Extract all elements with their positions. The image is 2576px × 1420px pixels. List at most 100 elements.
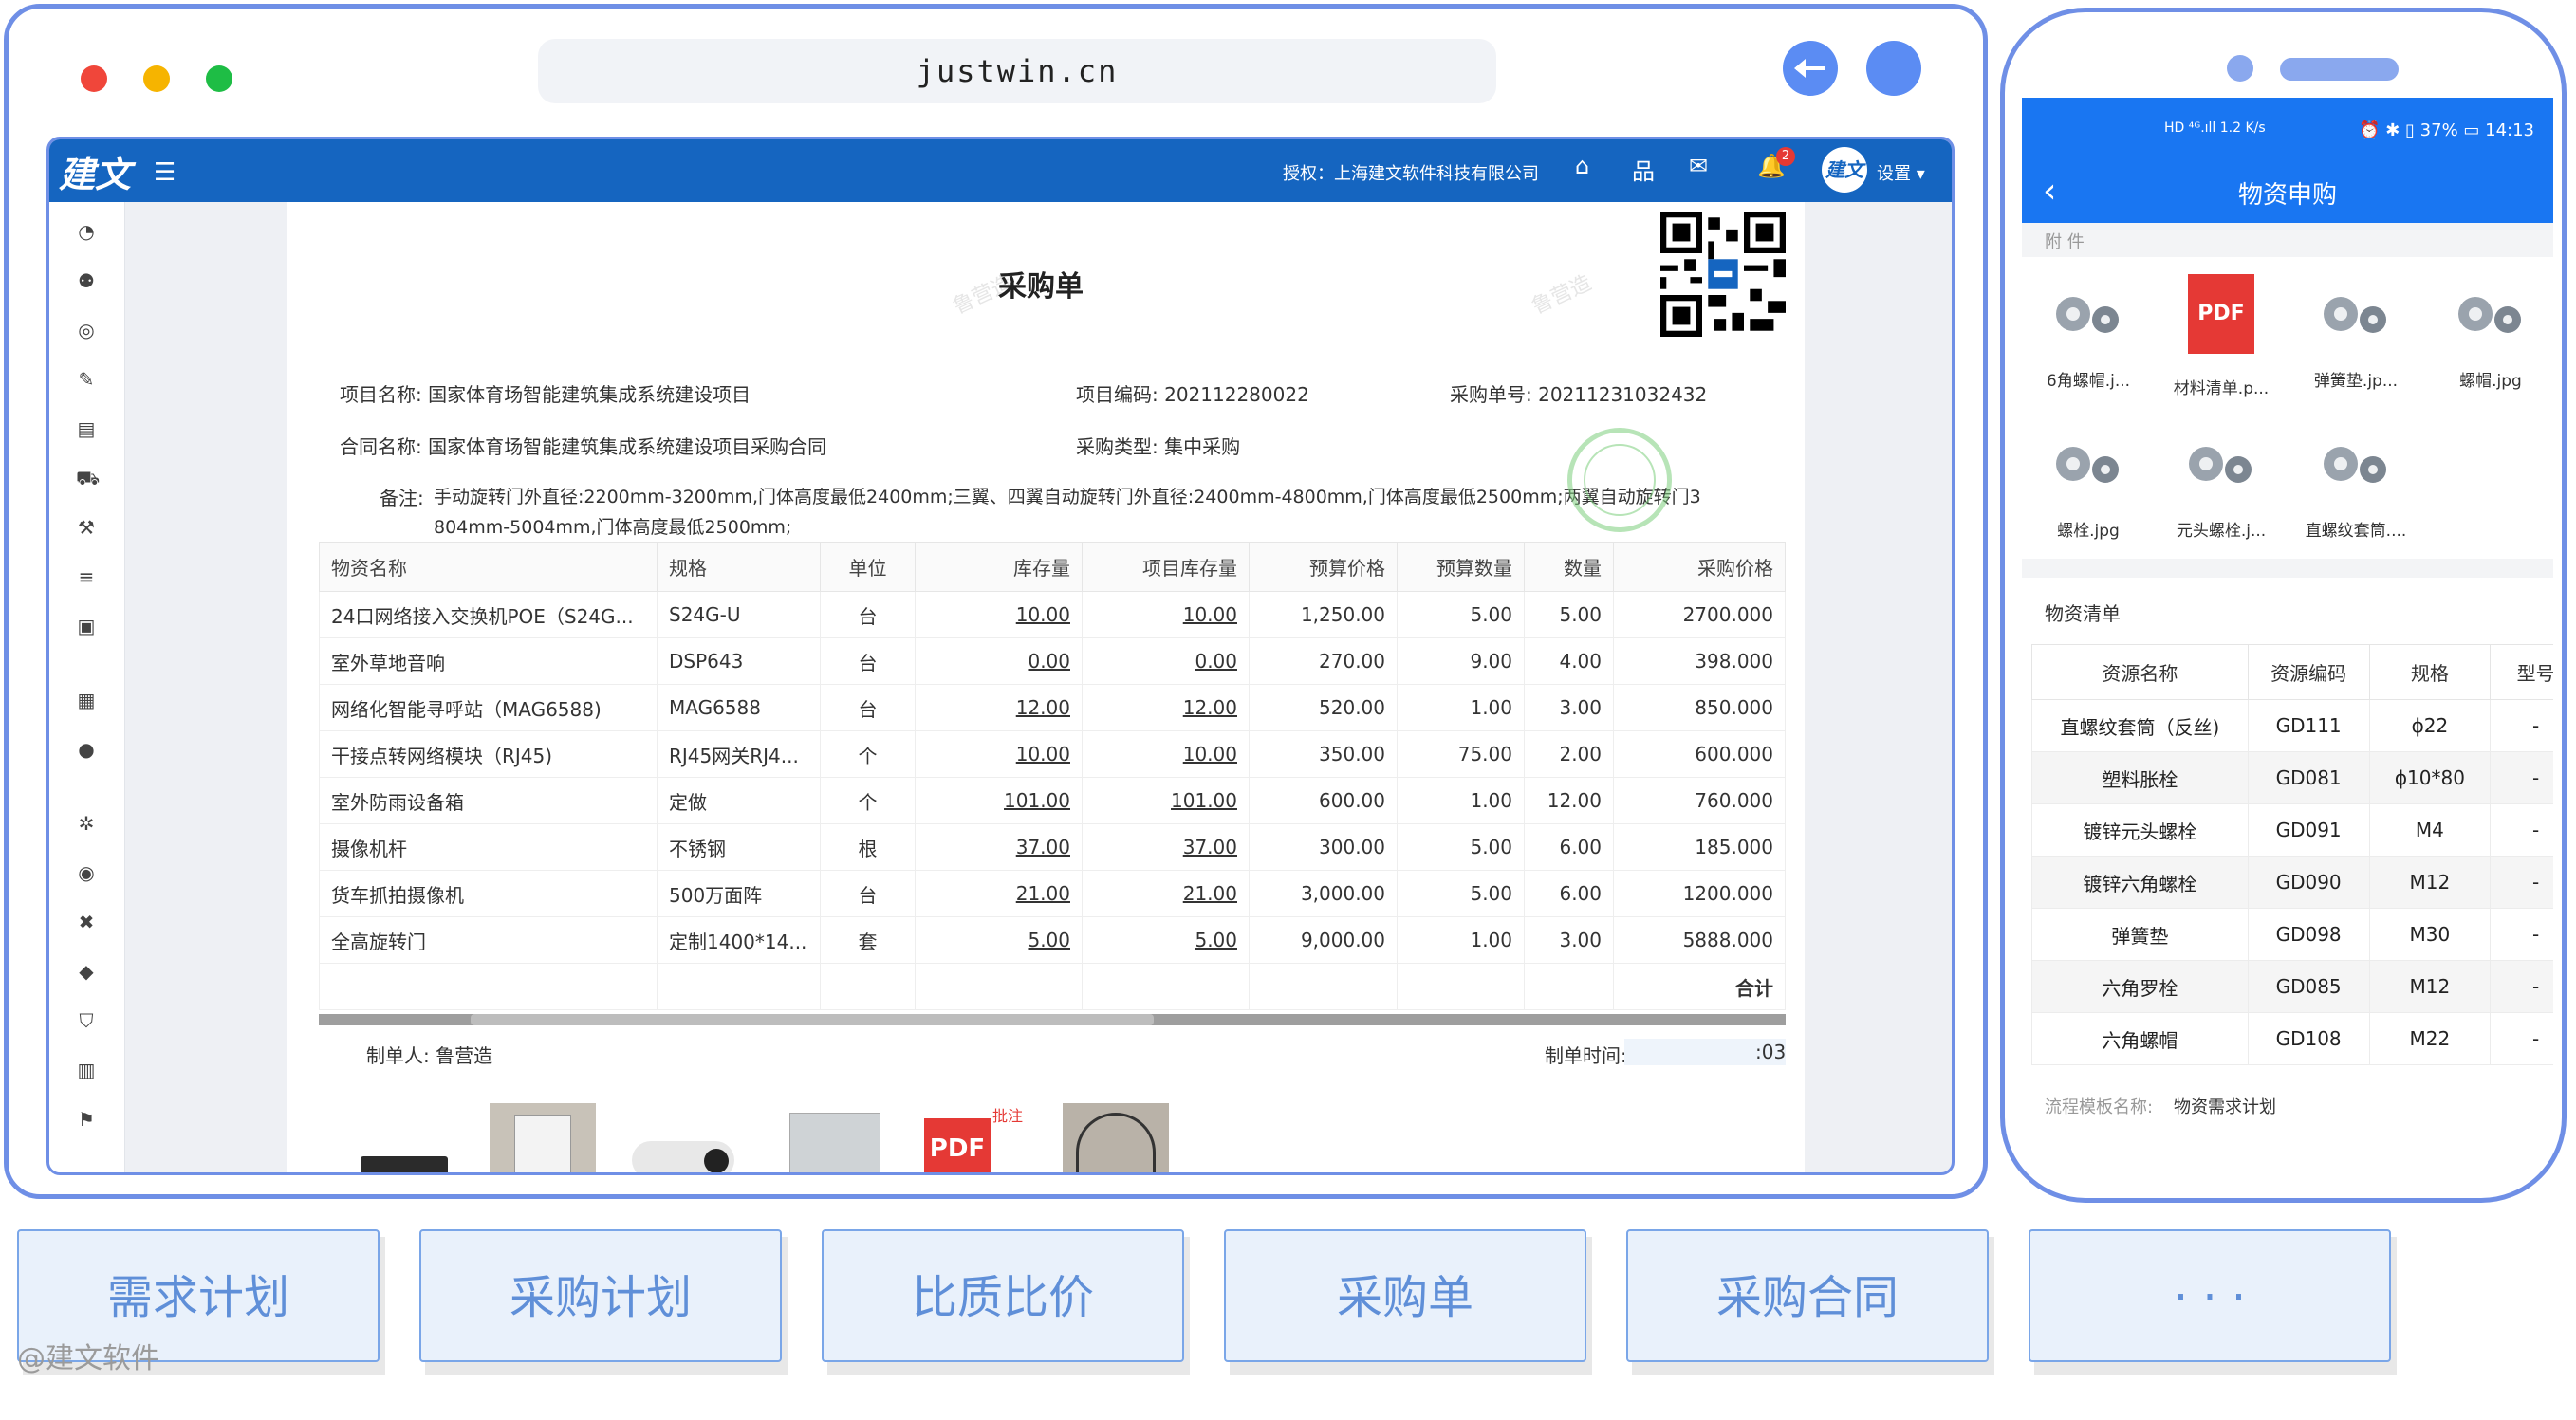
cell-resource-code: GD091 — [2247, 803, 2370, 857]
total-label: 合计 — [1613, 963, 1786, 1010]
minimize-window-dot[interactable] — [143, 65, 170, 92]
diamond-icon[interactable]: ◆ — [76, 961, 97, 982]
org-chart-icon[interactable]: 品 — [1632, 153, 1655, 186]
list-item[interactable]: 六角螺帽 GD108 M22- — [2031, 1012, 2553, 1065]
users-icon[interactable]: ⚉ — [76, 270, 97, 291]
col-header-qty[interactable]: 数量 — [1524, 542, 1614, 592]
table-row[interactable]: 货车抓拍摄像机 500万面阵台 21.00 21.00 3,000.00 5.00 6.00… — [319, 870, 1786, 917]
col-header-model[interactable]: 型号 — [2490, 644, 2553, 700]
attachment-item[interactable]: 直螺纹套筒.... — [2299, 416, 2413, 541]
table-row[interactable]: 网络化智能寻呼站（MAG6588) MAG6588 台 12.00 12.00 520.0… — [319, 684, 1786, 731]
cell-project-stock[interactable]: 12.00 — [1082, 684, 1250, 731]
horizontal-scrollbar[interactable] — [319, 1014, 1786, 1025]
revolving-door-thumbnail[interactable] — [1063, 1103, 1169, 1172]
cell-project-stock[interactable]: 21.00 — [1082, 870, 1250, 917]
feature-tab-3[interactable]: 采购单 — [1224, 1229, 1586, 1362]
pdf-thumbnail[interactable]: PDF 批注 — [924, 1103, 1029, 1172]
money-bag-icon[interactable]: ● — [76, 739, 97, 760]
speedometer-icon[interactable]: ◉ — [76, 862, 97, 883]
cell-stock[interactable]: 5.00 — [915, 916, 1083, 964]
table-row[interactable]: 24口网络接入交换机POE（S24G... S24G-U 台 10.00 10.00 1,… — [319, 591, 1786, 638]
list-item[interactable]: 镀锌元头螺栓 GD091 M4- — [2031, 803, 2553, 857]
avatar[interactable]: 建文 — [1822, 147, 1867, 193]
cell-name: 摄像机杆 — [319, 823, 658, 871]
network-icon[interactable]: ✲ — [76, 813, 97, 834]
url-bar[interactable]: justwin.cn — [538, 39, 1496, 103]
table-row[interactable]: 室外防雨设备箱 定做个 101.00 101.00 600.00 1.00 12.00 760… — [319, 777, 1786, 824]
col-header-resource-code[interactable]: 资源编码 — [2247, 644, 2370, 700]
cell-project-stock[interactable]: 0.00 — [1082, 637, 1250, 685]
wechat-icon[interactable]: ✉ — [1689, 153, 1708, 179]
document-icon[interactable]: ▤ — [76, 418, 97, 439]
cross-tools-icon[interactable]: ✖ — [76, 912, 97, 932]
table-row[interactable]: 全高旋转门 定制1400*14... 套 5.00 5.00 9,000.00 1.00 3.… — [319, 916, 1786, 964]
flag-icon[interactable]: ⚑ — [76, 1109, 97, 1130]
close-window-dot[interactable] — [81, 65, 107, 92]
table-row[interactable]: 摄像机杆 不锈钢根 37.00 37.00 300.00 5.00 6.00 185.000 — [319, 823, 1786, 871]
col-header-resource-name[interactable]: 资源名称 — [2031, 644, 2249, 700]
target-icon[interactable]: ◎ — [76, 320, 97, 341]
col-header-unit[interactable]: 单位 — [820, 542, 916, 592]
switch-thumbnail[interactable] — [361, 1156, 448, 1172]
attachment-item[interactable]: 螺栓.jpg — [2031, 416, 2145, 541]
col-header-spec[interactable]: 规格 — [2368, 644, 2492, 700]
list-item[interactable]: 弹簧垫 GD098 M30- — [2031, 908, 2553, 961]
list-item[interactable]: 六角罗栓 GD085 M12- — [2031, 960, 2553, 1013]
maximize-window-dot[interactable] — [206, 65, 232, 92]
app-logo[interactable]: 建文 — [59, 145, 131, 197]
feature-tab-1[interactable]: 采购计划 — [419, 1229, 782, 1362]
feature-tab-4[interactable]: 采购合同 — [1626, 1229, 1989, 1362]
cell-stock[interactable]: 101.00 — [915, 777, 1083, 824]
list-item[interactable]: 镀锌六角螺栓 GD090 M12- — [2031, 856, 2553, 909]
cell-project-stock[interactable]: 10.00 — [1082, 730, 1250, 778]
table-row[interactable]: 室外草地音响 DSP643 台 0.00 0.00 270.00 9.00 4.00 398.0… — [319, 637, 1786, 685]
shield-icon[interactable]: ⛉ — [76, 1010, 97, 1031]
cell-stock[interactable]: 12.00 — [915, 684, 1083, 731]
cell-stock[interactable]: 37.00 — [915, 823, 1083, 871]
edit-icon[interactable]: ✎ — [76, 369, 97, 390]
feature-tab-2[interactable]: 比质比价 — [822, 1229, 1184, 1362]
truck-icon[interactable]: ⛟ — [76, 468, 100, 489]
list-item[interactable]: 塑料胀栓 GD081 ϕ10*80- — [2031, 751, 2553, 804]
cell-stock[interactable]: 10.00 — [915, 730, 1083, 778]
attachment-item[interactable]: 弹簧垫.jp... — [2299, 267, 2413, 391]
profile-button[interactable] — [1866, 41, 1921, 96]
col-header-budget-price[interactable]: 预算价格 — [1249, 542, 1398, 592]
col-header-stock[interactable]: 库存量 — [915, 542, 1083, 592]
back-button[interactable] — [1783, 41, 1838, 96]
home-icon[interactable]: ⌂ — [1575, 153, 1589, 179]
col-header-name[interactable]: 物资名称 — [319, 542, 658, 592]
col-header-project-stock[interactable]: 项目库存量 — [1082, 542, 1250, 592]
cell-stock[interactable]: 10.00 — [915, 591, 1083, 638]
cabinet-thumbnail[interactable] — [490, 1103, 596, 1172]
table-row[interactable]: 干接点转网络模块（RJ45) RJ45网关RJ4... 个 10.00 10.00 350… — [319, 730, 1786, 778]
feature-tab-5[interactable]: · · · — [2029, 1229, 2391, 1362]
camera-thumbnail[interactable] — [632, 1141, 734, 1172]
tools-icon[interactable]: ⚒ — [76, 517, 97, 538]
list-icon[interactable]: ≡ — [76, 566, 97, 587]
calculator-icon[interactable]: ▦ — [76, 690, 97, 710]
material-list-header: 物资清单 — [2022, 578, 2553, 644]
cell-project-stock[interactable]: 101.00 — [1082, 777, 1250, 824]
col-header-purchase-price[interactable]: 采购价格 — [1613, 542, 1786, 592]
attachment-item[interactable]: 螺帽.jpg — [2434, 267, 2548, 391]
cell-project-stock[interactable]: 10.00 — [1082, 591, 1250, 638]
file-icon[interactable]: ▣ — [76, 616, 97, 636]
col-header-budget-qty[interactable]: 预算数量 — [1397, 542, 1525, 592]
cell-project-stock[interactable]: 5.00 — [1082, 916, 1250, 964]
menu-icon[interactable]: ☰ — [154, 158, 176, 187]
cell-project-stock[interactable]: 37.00 — [1082, 823, 1250, 871]
attachment-item[interactable]: 6角螺帽.j... — [2031, 267, 2145, 391]
col-header-spec[interactable]: 规格 — [657, 542, 821, 592]
enclosure-thumbnail[interactable] — [789, 1113, 880, 1172]
settings-dropdown[interactable]: 设置 ▾ — [1877, 160, 1925, 185]
pie-chart-icon[interactable]: ◔ — [76, 221, 97, 242]
qr-code-icon — [1660, 212, 1786, 337]
attachment-item[interactable]: PDF 材料清单.p... — [2164, 267, 2278, 398]
archive-icon[interactable]: ▥ — [76, 1060, 97, 1080]
list-item[interactable]: 直螺纹套筒（反丝) GD111 ϕ22- — [2031, 699, 2553, 752]
scrollbar-thumb[interactable] — [471, 1014, 1154, 1025]
attachment-item[interactable]: 元头螺栓.j... — [2164, 416, 2278, 541]
cell-stock[interactable]: 0.00 — [915, 637, 1083, 685]
cell-stock[interactable]: 21.00 — [915, 870, 1083, 917]
